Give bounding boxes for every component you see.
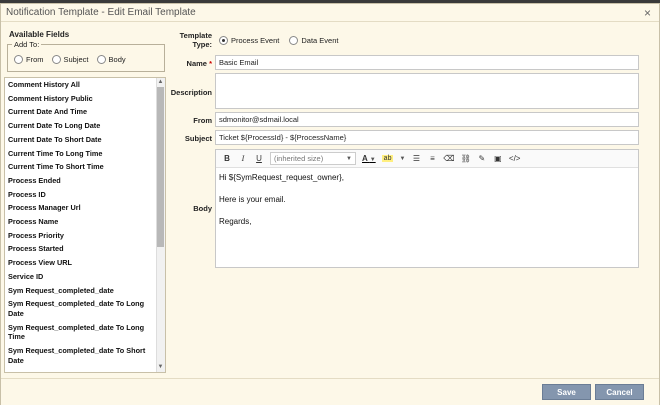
radio-icon xyxy=(51,55,61,64)
italic-button[interactable]: I xyxy=(238,154,248,163)
body-line: Regards, xyxy=(219,217,252,226)
process-event-radio[interactable]: Process Event xyxy=(219,36,279,45)
numbered-list-icon[interactable]: ≡ xyxy=(427,154,437,163)
close-icon[interactable]: × xyxy=(644,6,651,20)
text-color-button[interactable]: A ▼ xyxy=(362,154,376,163)
field-list-item[interactable]: Current Date To Long Date xyxy=(5,119,155,133)
template-type-label: Template Type: xyxy=(179,31,212,49)
available-fields-header: Available Fields xyxy=(9,30,70,39)
field-list-item[interactable]: Current Date And Time xyxy=(5,105,155,119)
field-list-item[interactable]: Process Ended xyxy=(5,174,155,188)
available-fields-list[interactable]: Comment History All Comment History Publi… xyxy=(4,77,166,373)
body-editor: B I U (inherited size) ▼ A ▼ ab ▼ ☰ ≡ ⌫ ⛓ … xyxy=(215,149,639,268)
body-label: Body xyxy=(193,204,212,213)
body-line: Hi ${SymRequest_request_owner}, xyxy=(219,173,344,182)
add-to-body-radio[interactable]: Body xyxy=(96,55,126,64)
field-list-item[interactable]: Current Time To Short Time xyxy=(5,160,155,174)
scroll-down-icon[interactable]: ▼ xyxy=(156,363,165,372)
link-icon[interactable]: ⛓ xyxy=(461,154,471,163)
code-icon[interactable]: </> xyxy=(509,154,521,163)
underline-button[interactable]: U xyxy=(254,154,264,163)
chevron-down-icon: ▼ xyxy=(346,155,352,162)
editor-toolbar: B I U (inherited size) ▼ A ▼ ab ▼ ☰ ≡ ⌫ ⛓ … xyxy=(216,150,638,168)
radio-icon xyxy=(96,55,106,64)
field-list-item[interactable]: Process Name xyxy=(5,215,155,229)
image-icon[interactable]: ▣ xyxy=(493,154,503,163)
field-list-item[interactable]: Sym Request_completed_date To Long Date xyxy=(5,297,155,320)
field-list-item[interactable]: Comment History Public xyxy=(5,92,155,106)
body-line: Here is your email. xyxy=(219,195,286,204)
field-list-item[interactable]: Sym Request_completed_date To Long Time xyxy=(5,321,155,344)
field-list-item[interactable]: Sym Request_completed_date To Short Date xyxy=(5,344,155,367)
bold-button[interactable]: B xyxy=(222,154,232,163)
radio-selected-icon xyxy=(219,36,228,45)
body-content[interactable]: Hi ${SymRequest_request_owner}, Here is … xyxy=(216,168,638,242)
field-list-item[interactable]: Process Priority xyxy=(5,229,155,243)
highlight-color-button[interactable]: ab xyxy=(381,155,394,162)
scrollbar-thumb[interactable] xyxy=(157,87,164,247)
from-label: From xyxy=(193,116,212,125)
add-to-subject-radio[interactable]: Subject xyxy=(51,55,89,64)
save-button[interactable]: Save xyxy=(542,384,591,400)
name-label: Name * xyxy=(186,59,212,68)
radio-icon xyxy=(289,36,299,45)
field-list-item[interactable]: Process Started xyxy=(5,242,155,256)
description-input[interactable] xyxy=(215,73,639,109)
field-list-item[interactable]: Process Manager Url xyxy=(5,201,155,215)
dialog-title: Notification Template - Edit Email Templ… xyxy=(6,7,196,18)
data-event-radio[interactable]: Data Event xyxy=(289,36,338,45)
chevron-down-icon[interactable]: ▼ xyxy=(399,156,405,162)
add-to-legend: Add To: xyxy=(12,40,42,49)
add-to-from-radio[interactable]: From xyxy=(14,55,44,64)
description-label: Description xyxy=(170,88,212,97)
field-list-item[interactable]: Current Date To Short Date xyxy=(5,133,155,147)
field-list-item[interactable]: Comment History All xyxy=(5,78,155,92)
cancel-button[interactable]: Cancel xyxy=(595,384,644,400)
remove-format-icon[interactable]: ⌫ xyxy=(443,154,454,163)
subject-input[interactable]: Ticket ${ProcessId} - ${ProcessName} xyxy=(215,130,639,145)
field-list-item[interactable]: Process View URL xyxy=(5,256,155,270)
add-to-group: Add To: From Subject Body xyxy=(7,40,165,72)
from-input[interactable]: sdmonitor@sdmail.local xyxy=(215,112,639,127)
field-list-item[interactable]: Sym Request_completed_date xyxy=(5,284,155,298)
dialog-titlebar: Notification Template - Edit Email Templ… xyxy=(1,4,659,22)
field-list-item[interactable]: Service ID xyxy=(5,270,155,284)
radio-icon xyxy=(14,55,23,64)
name-input[interactable]: Basic Email xyxy=(215,55,639,70)
edit-email-template-dialog: Notification Template - Edit Email Templ… xyxy=(0,3,660,405)
field-list-item[interactable]: Current Time To Long Time xyxy=(5,147,155,161)
available-fields-panel: Available Fields Add To: From Subject Bo… xyxy=(7,26,167,72)
subject-label: Subject xyxy=(184,134,212,143)
scroll-up-icon[interactable]: ▲ xyxy=(156,78,165,87)
field-list-item[interactable]: Process ID xyxy=(5,188,155,202)
font-size-select[interactable]: (inherited size) ▼ xyxy=(270,152,356,165)
attachment-icon[interactable]: ✎ xyxy=(477,154,487,163)
dialog-footer: Save Cancel xyxy=(1,378,659,405)
bullet-list-icon[interactable]: ☰ xyxy=(411,154,421,163)
